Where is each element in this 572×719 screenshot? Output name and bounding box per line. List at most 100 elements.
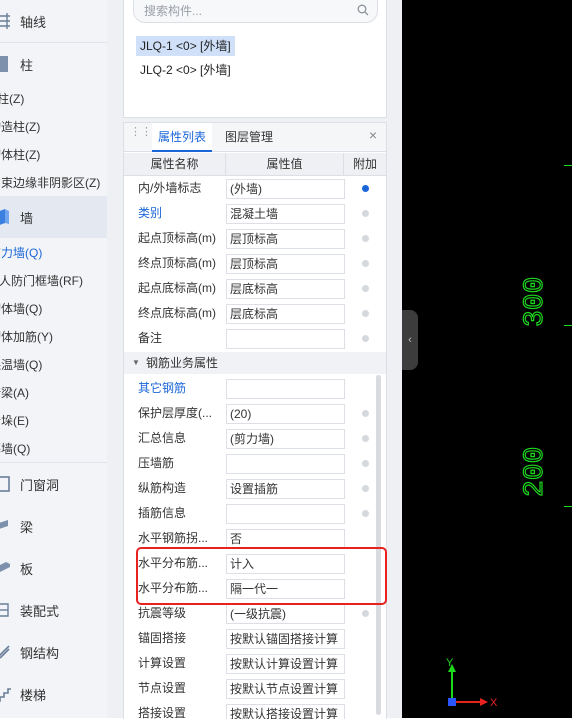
property-value[interactable]: 层顶标高 [226,229,345,249]
table-row[interactable]: 其它钢筋 [124,376,386,401]
table-row[interactable]: 起点顶标高(m) 层顶标高 [124,226,386,251]
table-row[interactable]: 内/外墙标志 (外墙) [124,176,386,201]
tab-bar: ⋮⋮ 属性列表 图层管理 × [124,123,386,152]
property-value[interactable]: 按默认搭接设置计算 [226,704,345,719]
nav-item-wall-pier[interactable]: 墙垛(E) [0,407,29,435]
property-value[interactable]: 按默认锚固搭接计算 [226,629,345,649]
nav-item-shear-wall[interactable]: 剪力墙(Q) [0,239,42,267]
search-icon[interactable] [357,4,369,16]
nav-group-label: 装配式 [20,603,60,619]
attach-checkbox[interactable] [362,260,369,267]
attach-checkbox[interactable] [362,435,369,442]
attach-checkbox[interactable] [362,185,369,192]
table-row[interactable]: 插筋信息 [124,501,386,526]
nav-item-civil-defense-wall[interactable]: 人防门框墙(RF) [0,267,83,295]
attach-checkbox[interactable] [362,410,369,417]
property-value[interactable]: 按默认节点设置计算 [226,679,345,699]
search-input[interactable] [144,1,349,20]
property-value[interactable] [226,454,345,474]
dimension-label-300: 300 [520,276,550,327]
nav-group-wall[interactable]: 墙 [0,196,107,238]
table-row[interactable]: 锚固搭接 按默认锚固搭接计算 [124,626,386,651]
nav-item-masonry-column[interactable]: 砌体柱(Z) [0,141,40,169]
property-value[interactable]: 混凝土墙 [226,204,345,224]
nav-item-masonry-wall[interactable]: 砌体墙(Q) [0,295,42,323]
property-value[interactable]: 层底标高 [226,279,345,299]
collapse-panel-icon[interactable]: ‹ [402,310,418,370]
property-value[interactable]: 否 [226,529,345,549]
nav-group-label: 梁 [20,519,34,535]
property-value[interactable]: 层底标高 [226,304,345,324]
table-row[interactable]: 节点设置 按默认节点设置计算 [124,676,386,701]
table-row[interactable]: 搭接设置 按默认搭接设置计算 [124,701,386,719]
axis-grid-icon [0,13,10,29]
nav-item-insulation-wall[interactable]: 保温墙(Q) [0,351,42,379]
nav-item-constructional-column[interactable]: 构造柱(Z) [0,113,40,141]
drag-handle-icon[interactable]: ⋮⋮ [130,127,152,145]
tab-layer-management[interactable]: 图层管理 [219,123,279,151]
attach-checkbox[interactable] [362,485,369,492]
table-row[interactable]: 终点底标高(m) 层底标高 [124,301,386,326]
stair-icon [0,688,11,702]
tab-property-list[interactable]: 属性列表 [152,123,213,152]
nav-item-hidden-beam[interactable]: 暗梁(A) [0,379,29,407]
property-value[interactable]: 设置插筋 [226,479,345,499]
close-icon[interactable]: × [366,128,380,142]
group-label: 钢筋业务属性 [146,356,219,370]
nav-group-stair[interactable]: 楼梯 [0,673,107,715]
attach-checkbox[interactable] [362,285,369,292]
table-row[interactable]: 汇总信息 (剪力墙) [124,426,386,451]
property-value[interactable]: (剪力墙) [226,429,345,449]
nav-group-steel-structure[interactable]: 钢结构 [0,631,107,673]
attach-checkbox[interactable] [362,235,369,242]
column-header-value: 属性值 [226,153,344,176]
property-value[interactable]: 层顶标高 [226,254,345,274]
left-navigation: 轴线 柱 柱(Z) 构造柱(Z) 砌体柱(Z) 约束边缘非阴影区(Z) 墙 剪力… [0,0,107,718]
dimension-text: 200 [520,447,550,497]
nav-group-prefab[interactable]: 装配式 [0,589,107,631]
wall-icon [0,209,9,225]
table-row[interactable]: 保护层厚度(... (20) [124,401,386,426]
collapse-arrow-icon[interactable]: ▼ [132,352,140,374]
table-row[interactable]: 备注 [124,326,386,351]
property-value[interactable]: (一级抗震) [226,604,345,624]
component-item[interactable]: JLQ-1 <0> [外墙] [136,36,235,56]
nav-item-curtain-wall[interactable]: 幕墙(Q) [0,435,30,463]
table-row[interactable]: 压墙筋 [124,451,386,476]
nav-group-column[interactable]: 柱 [0,43,107,85]
table-row[interactable]: 类别 混凝土墙 [124,201,386,226]
nav-group-door-window[interactable]: 门窗洞 [0,463,107,505]
nav-item-boundary-non-shadow[interactable]: 约束边缘非阴影区(Z) [0,169,100,197]
property-value[interactable] [226,504,345,524]
component-item[interactable]: JLQ-2 <0> [外墙] [136,60,235,80]
property-name: 锚固搭接 [138,631,187,645]
attach-checkbox[interactable] [362,210,369,217]
attach-checkbox[interactable] [362,460,369,467]
column-header-extra: 附加 [344,153,386,176]
vertical-scrollbar[interactable] [376,375,381,715]
property-name: 类别 [138,206,163,220]
table-row[interactable]: 计算设置 按默认计算设置计算 [124,651,386,676]
attach-checkbox[interactable] [362,510,369,517]
property-value[interactable]: 按默认计算设置计算 [226,654,345,674]
property-value[interactable] [226,329,345,349]
table-row[interactable]: 终点顶标高(m) 层顶标高 [124,251,386,276]
nav-group-axis[interactable]: 轴线 [0,0,107,42]
property-name: 备注 [138,331,163,345]
drawing-canvas[interactable]: ‹ 300 200 Y X [402,0,572,718]
attach-checkbox[interactable] [362,335,369,342]
property-value[interactable] [226,379,345,399]
grid-tick [564,325,572,326]
property-panel: ⋮⋮ 属性列表 图层管理 × 属性名称 属性值 附加 内/外墙标志 (外墙) 类… [123,122,387,719]
group-row-rebar[interactable]: ▼ 钢筋业务属性 [124,352,386,374]
attach-checkbox[interactable] [362,310,369,317]
attach-checkbox[interactable] [362,610,369,617]
nav-group-beam[interactable]: 梁 [0,505,107,547]
property-value[interactable]: (外墙) [226,179,345,199]
nav-item-masonry-rebar[interactable]: 砌体加筋(Y) [0,323,53,351]
nav-item-column[interactable]: 柱(Z) [0,85,24,113]
property-value[interactable]: (20) [226,404,345,424]
table-row[interactable]: 纵筋构造 设置插筋 [124,476,386,501]
nav-group-slab[interactable]: 板 [0,547,107,589]
table-row[interactable]: 起点底标高(m) 层底标高 [124,276,386,301]
